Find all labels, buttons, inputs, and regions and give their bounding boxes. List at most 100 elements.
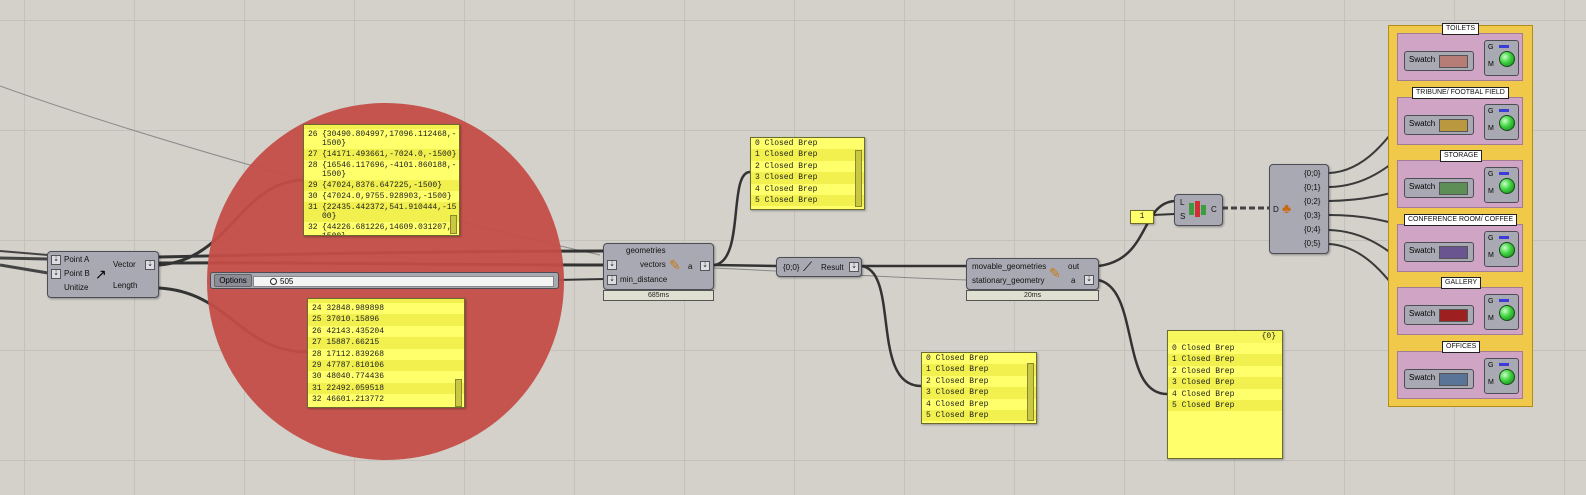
python-script-2[interactable]: movable_geometries stationary_geometry ✎… (966, 258, 1099, 290)
panel-row: 5 Closed Brep (922, 409, 1036, 422)
custom-preview-component[interactable]: GM (1484, 40, 1519, 76)
row-value: {44226.681226,14609.031207,-1500} (322, 223, 457, 235)
custom-preview-component[interactable]: GM (1484, 294, 1519, 330)
brep-panel-mid[interactable]: 0 Closed Brep 1 Closed Brep 2 Closed Brep 3… (921, 352, 1037, 424)
python-script-1[interactable]: geometries ⇣ vectors ⇣ min_distance ✎ a … (603, 243, 714, 290)
custom-preview-component[interactable]: GM (1484, 231, 1519, 267)
sphere-icon (1499, 178, 1515, 194)
panel-scrollbar[interactable] (1027, 363, 1034, 421)
port-g: G (1488, 171, 1494, 178)
row-index: 27 (308, 150, 318, 159)
preview-subgroup[interactable]: Swatch G M (1397, 160, 1523, 208)
tree-icon: ♣ (1282, 200, 1292, 216)
preview-bar-icon (1499, 45, 1509, 48)
panel-row: 2 Closed Brep (926, 376, 989, 386)
group-label: TRIBUNE/ FOOTBAL FIELD (1412, 87, 1509, 99)
panel-row: 2 Closed Brep (755, 161, 818, 171)
length-panel[interactable]: 24 32848.989898 25 37010.15896 26 42143.43… (307, 298, 465, 408)
panel-row: 0 Closed Brep (1172, 344, 1235, 353)
number-panel[interactable]: 1 (1130, 210, 1154, 224)
swatch-color[interactable] (1439, 119, 1468, 132)
port-stationary-geometry: stationary_geometry (972, 276, 1045, 285)
swatch-label: Swatch (1409, 119, 1436, 128)
port-branch-2: {0;2} (1304, 197, 1321, 206)
number-slider[interactable]: Options 505 (210, 272, 559, 289)
vector-panel[interactable]: 26 {30490.804997,17096.112468,-1500} 27 {14… (303, 124, 460, 236)
vector-2pt-component[interactable]: ⇣ Point A ⇣ Point B Unitize ↗ Vector ⇣ L… (47, 251, 159, 298)
swatch-color[interactable] (1439, 309, 1468, 322)
group-label: GALLERY (1441, 277, 1482, 289)
vector-panel-rows: 26 {30490.804997,17096.112468,-1500} 27 {14… (304, 129, 459, 235)
swatch-color[interactable] (1439, 182, 1468, 195)
swatch-label: Swatch (1409, 246, 1436, 255)
swatch-color[interactable] (1439, 55, 1468, 68)
port-g: G (1488, 235, 1494, 242)
port-a: a (1071, 276, 1076, 285)
row-index: 28 (308, 161, 318, 170)
panel-row: 32 46601.213772 (312, 395, 385, 405)
output-arrow-icon[interactable]: ⇣ (849, 262, 859, 272)
python-icon: ✎ (669, 257, 681, 273)
port-vectors: vectors (640, 260, 666, 269)
slider-knob[interactable] (270, 278, 277, 285)
explode-tree-component[interactable]: D ♣ {0;0} {0;1} {0;2} {0;3} {0;4} {0;5} (1269, 164, 1329, 254)
input-arrow-icon[interactable]: ⇣ (607, 275, 617, 285)
preview-bar-icon (1499, 172, 1509, 175)
port-branch-5: {0;5} (1304, 239, 1321, 248)
swatch-label: Swatch (1409, 309, 1436, 318)
panel-scrollbar[interactable] (450, 215, 457, 234)
input-arrow-icon[interactable]: ⇣ (51, 269, 61, 279)
preview-subgroup[interactable]: Swatch G M (1397, 287, 1523, 335)
output-arrow-icon[interactable]: ⇣ (1084, 275, 1094, 285)
panel-row: 31 22492.059518 (308, 382, 464, 395)
swatch-component[interactable]: Swatch (1404, 51, 1474, 71)
sphere-icon (1499, 115, 1515, 131)
swatch-color[interactable] (1439, 373, 1468, 386)
output-arrow-icon[interactable]: ⇣ (145, 260, 155, 270)
port-s: S (1180, 212, 1186, 221)
swatch-component[interactable]: Swatch (1404, 178, 1474, 198)
port-branch-0: {0;0} (1304, 169, 1321, 178)
custom-preview-component[interactable]: GM (1484, 358, 1519, 394)
preview-subgroup[interactable]: Swatch G M (1397, 33, 1523, 81)
panel-row: 27 15887.66215 (308, 337, 464, 349)
panel-scrollbar[interactable] (455, 379, 462, 407)
brep-panel-top[interactable]: 0 Closed Brep 1 Closed Brep 2 Closed Brep 3… (750, 137, 865, 210)
swatch-component[interactable]: Swatch (1404, 115, 1474, 135)
group-label: STORAGE (1440, 150, 1483, 162)
slider-rail[interactable]: 505 (253, 276, 554, 287)
group-label: TOILETS (1442, 23, 1480, 35)
swatch-component[interactable]: Swatch (1404, 242, 1474, 262)
preview-subgroup[interactable]: Swatch G M (1397, 351, 1523, 399)
output-arrow-icon[interactable]: ⇣ (700, 261, 710, 271)
swatch-component[interactable]: Swatch (1404, 369, 1474, 389)
panel-row: 3 Closed Brep (1168, 377, 1282, 389)
brep-panel-right[interactable]: {0} 0 Closed Brep 1 Closed Brep 2 Closed B… (1167, 330, 1283, 459)
swatch-color[interactable] (1439, 246, 1468, 259)
input-arrow-icon[interactable]: ⇣ (607, 260, 617, 270)
custom-preview-component[interactable]: GM (1484, 104, 1519, 140)
preview-bar-icon (1499, 109, 1509, 112)
slider-label: Options (214, 274, 252, 287)
panel-row: 3 Closed Brep (922, 387, 1036, 399)
preview-subgroup[interactable]: Swatch G M (1397, 97, 1523, 145)
input-arrow-icon[interactable]: ⇣ (51, 255, 61, 265)
custom-preview-component[interactable]: GM (1484, 167, 1519, 203)
result-component[interactable]: {0;0} ⟋ Result ⇣ (776, 257, 862, 277)
row-index: 26 (308, 130, 318, 139)
port-branch-4: {0;4} (1304, 225, 1321, 234)
panel-row: 1 Closed Brep (922, 364, 1036, 376)
swatch-component[interactable]: Swatch (1404, 305, 1474, 325)
port-g: G (1488, 44, 1494, 51)
panel-scrollbar[interactable] (855, 150, 862, 207)
panel-row: 30 {47024.0,9755.928903,-1500} (304, 191, 459, 202)
list-item-component[interactable]: L S C (1174, 194, 1223, 226)
list-icon (1189, 201, 1207, 217)
swatch-label: Swatch (1409, 55, 1436, 64)
panel-row: 31 {22435.442372,541.910444,-1500} (304, 202, 459, 222)
preview-bar-icon (1499, 363, 1509, 366)
port-length: Length (113, 281, 138, 290)
preview-group[interactable]: Swatch G M TOILETS Swatch G M TRIBUNE/ FOOTBAL … (1388, 23, 1533, 407)
preview-subgroup[interactable]: Swatch G M (1397, 224, 1523, 272)
panel-row: 4 Closed Brep (926, 399, 989, 409)
